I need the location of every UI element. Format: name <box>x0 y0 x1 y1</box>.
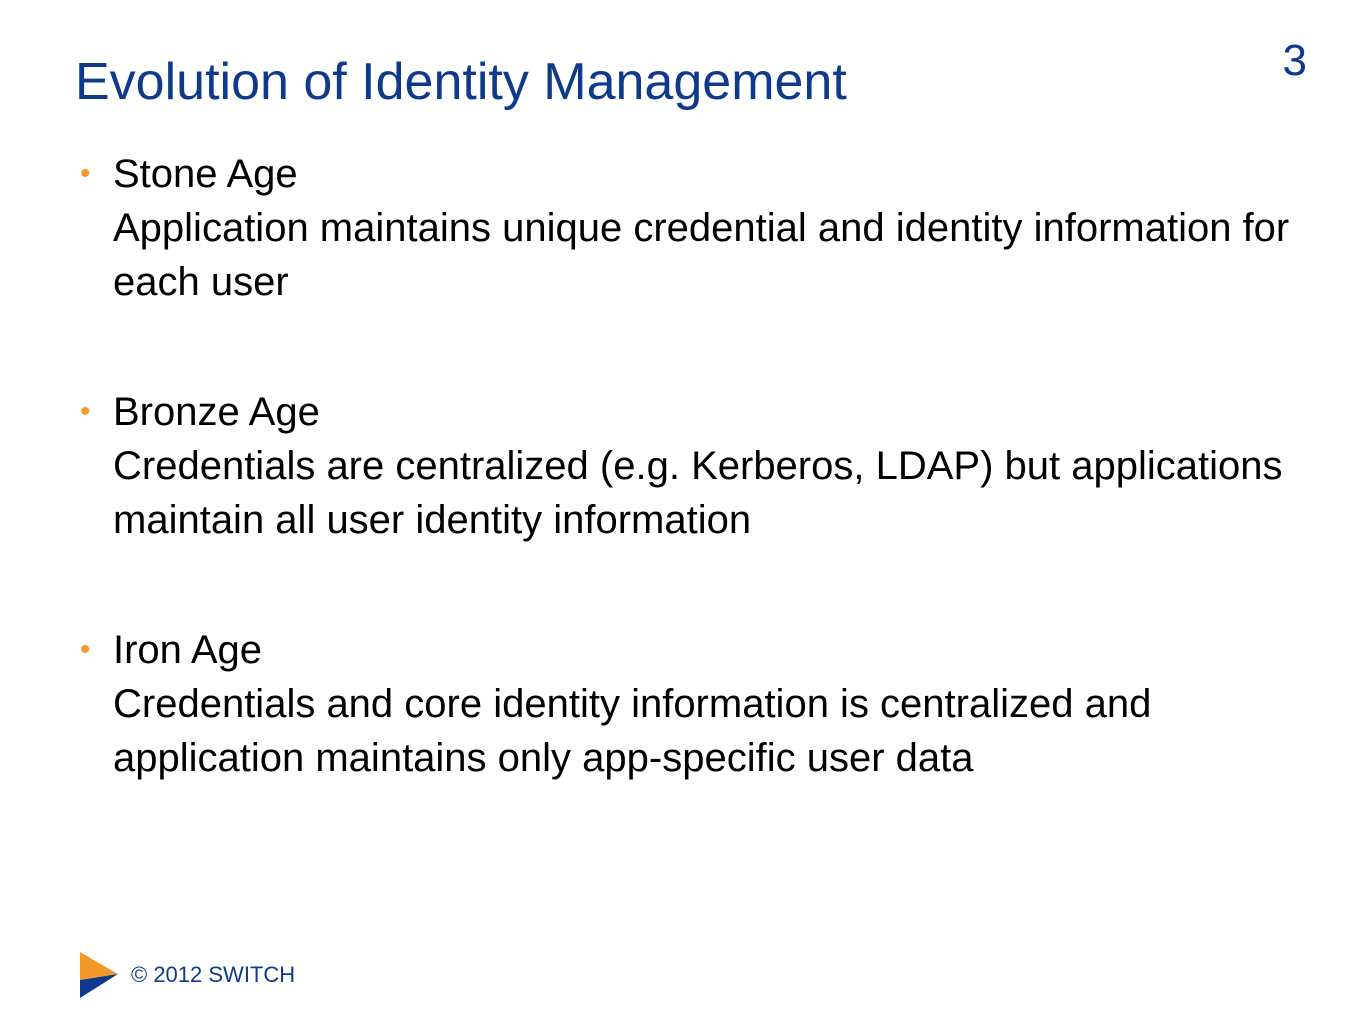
switch-chevron-logo-icon <box>80 952 118 998</box>
bullet-dot-icon: • <box>80 395 91 428</box>
bullet-heading: Bronze Age <box>113 390 320 434</box>
bullet-dot-icon: • <box>80 157 91 190</box>
bullet-dot-icon: • <box>80 633 91 666</box>
bullet-text: Application maintains unique credential … <box>113 206 1290 304</box>
bullet-text: Credentials and core identity informatio… <box>113 682 1152 780</box>
slide-title: Evolution of Identity Management <box>75 53 847 111</box>
bullet-item-iron-age: • Iron Age Credentials and core identity… <box>80 623 1320 785</box>
slide-number: 3 <box>1282 36 1307 85</box>
bullet-heading: Iron Age <box>113 628 263 672</box>
bullet-heading: Stone Age <box>113 152 298 196</box>
bullet-text: Credentials are centralized (e.g. Kerber… <box>113 444 1283 542</box>
bullet-item-stone-age: • Stone Age Application maintains unique… <box>80 147 1320 309</box>
bullet-list: • Stone Age Application maintains unique… <box>80 147 1320 785</box>
footer-copyright: © 2012 SWITCH <box>131 962 296 987</box>
bullet-item-bronze-age: • Bronze Age Credentials are centralized… <box>80 385 1320 547</box>
